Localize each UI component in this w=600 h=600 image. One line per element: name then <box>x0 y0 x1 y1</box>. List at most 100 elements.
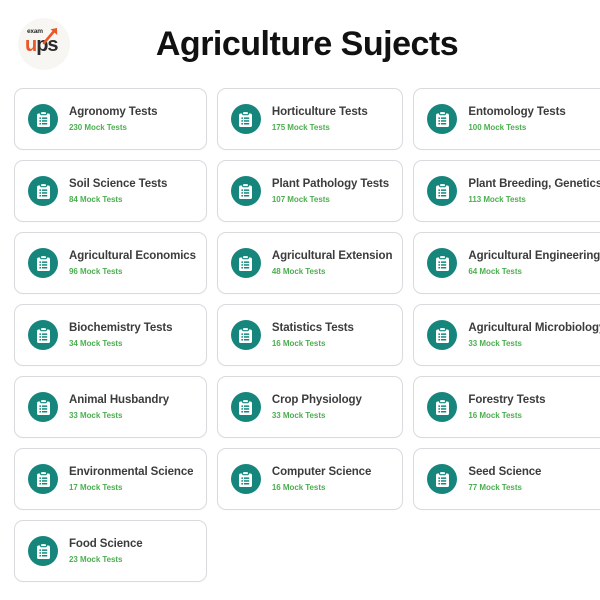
subject-card[interactable]: Agricultural Economics 96 Mock Tests <box>14 232 207 294</box>
clipboard-list-icon <box>230 320 261 350</box>
subject-card[interactable]: Environmental Science 17 Mock Tests <box>14 448 207 510</box>
clipboard-list-icon <box>427 464 458 494</box>
subject-card-title: Agronomy Tests <box>69 105 158 118</box>
subject-card-text: Plant Pathology Tests 107 Mock Tests <box>272 177 389 206</box>
subject-card[interactable]: Seed Science 77 Mock Tests <box>413 448 600 510</box>
subject-card-text: Computer Science 16 Mock Tests <box>272 465 371 494</box>
subject-card-title: Seed Science <box>468 465 542 478</box>
subject-card-text: Plant Breeding, Genetics 113 Mock Tests <box>468 177 600 206</box>
subject-card[interactable]: Plant Breeding, Genetics 113 Mock Tests <box>413 160 600 222</box>
subject-card-title: Statistics Tests <box>271 321 354 334</box>
clipboard-list-icon <box>28 104 58 134</box>
clipboard-list-icon <box>427 320 458 350</box>
subject-card-title: Agricultural Microbiology <box>468 321 600 334</box>
clipboard-list-icon <box>230 464 261 494</box>
subject-card-title: Environmental Science <box>69 465 194 478</box>
subject-card-text: Biochemistry Tests 34 Mock Tests <box>69 321 172 350</box>
subject-card[interactable]: Statistics Tests 16 Mock Tests <box>216 304 404 366</box>
subject-card-title: Horticulture Tests <box>271 105 368 118</box>
subject-card-text: Agricultural Engineering 64 Mock Tests <box>468 249 600 278</box>
clipboard-list-icon <box>427 392 458 422</box>
subject-card-text: Crop Physiology 33 Mock Tests <box>272 393 362 422</box>
subject-card[interactable]: Agricultural Extension 48 Mock Tests <box>216 232 404 294</box>
subject-card[interactable]: Agricultural Engineering 64 Mock Tests <box>413 232 600 294</box>
subject-card[interactable]: Plant Pathology Tests 107 Mock Tests <box>216 160 404 222</box>
subject-card[interactable]: Entomology Tests 100 Mock Tests <box>413 88 600 150</box>
subject-card[interactable]: Horticulture Tests 175 Mock Tests <box>216 88 404 150</box>
subject-card-title: Biochemistry Tests <box>69 321 173 334</box>
clipboard-list-icon <box>28 464 58 494</box>
subject-card-title: Agricultural Extension <box>271 249 393 262</box>
subject-card[interactable]: Animal Husbandry 33 Mock Tests <box>14 376 207 438</box>
subject-card-title: Agricultural Economics <box>69 249 196 262</box>
subject-card-title: Plant Breeding, Genetics <box>468 177 600 190</box>
subject-card-text: Forestry Tests 16 Mock Tests <box>468 393 545 422</box>
subject-card[interactable]: Forestry Tests 16 Mock Tests <box>413 376 600 438</box>
subject-card[interactable]: Computer Science 16 Mock Tests <box>216 448 404 510</box>
subject-card-count: 64 Mock Tests <box>468 266 522 276</box>
clipboard-list-icon <box>427 176 458 206</box>
subject-card-count: 17 Mock Tests <box>69 482 123 492</box>
subject-card-text: Soil Science Tests 84 Mock Tests <box>69 177 167 206</box>
brand-logo-mark: exam ups <box>23 26 65 62</box>
subject-card[interactable]: Soil Science Tests 84 Mock Tests <box>14 160 207 222</box>
brand-logo-accent-letter: u <box>25 34 37 56</box>
subject-card[interactable]: Agronomy Tests 230 Mock Tests <box>14 88 207 150</box>
clipboard-list-icon <box>230 104 261 134</box>
subject-card-text: Seed Science 77 Mock Tests <box>468 465 541 494</box>
subject-card-text: Animal Husbandry 33 Mock Tests <box>69 393 169 422</box>
subject-card-title: Computer Science <box>271 465 372 478</box>
subject-card-count: 33 Mock Tests <box>69 410 123 420</box>
subject-card-count: 84 Mock Tests <box>69 194 123 204</box>
clipboard-list-icon <box>427 104 458 134</box>
clipboard-list-icon <box>230 248 261 278</box>
clipboard-list-icon <box>28 392 58 422</box>
subject-card-title: Crop Physiology <box>271 393 362 406</box>
subject-card-count: 33 Mock Tests <box>271 410 326 420</box>
subject-card-title: Plant Pathology Tests <box>271 177 390 190</box>
subject-card-count: 16 Mock Tests <box>271 338 326 348</box>
clipboard-list-icon <box>28 248 58 278</box>
clipboard-list-icon <box>230 176 261 206</box>
rising-arrow-icon <box>42 28 58 45</box>
subject-card[interactable]: Agricultural Microbiology 33 Mock Tests <box>413 304 600 366</box>
subject-card-count: 16 Mock Tests <box>271 482 326 492</box>
subject-card-text: Food Science 23 Mock Tests <box>69 537 143 566</box>
page-header: exam ups Agriculture Sujects <box>0 0 600 88</box>
subjects-page: exam ups Agriculture Sujects Agronomy Te… <box>0 0 600 600</box>
subject-card-title: Agricultural Engineering <box>468 249 600 262</box>
subject-card-text: Statistics Tests 16 Mock Tests <box>272 321 354 350</box>
brand-logo[interactable]: exam ups <box>18 18 70 70</box>
clipboard-list-icon <box>28 320 58 350</box>
subject-card-title: Forestry Tests <box>468 393 546 406</box>
subject-card-grid: Agronomy Tests 230 Mock Tests Horticultu… <box>0 88 600 582</box>
subject-card-count: 34 Mock Tests <box>69 338 123 348</box>
subject-card-count: 16 Mock Tests <box>468 410 522 420</box>
subject-card-count: 23 Mock Tests <box>69 554 123 564</box>
subject-card-text: Agricultural Microbiology 33 Mock Tests <box>468 321 600 350</box>
subject-card-count: 96 Mock Tests <box>69 266 123 276</box>
subject-card-count: 33 Mock Tests <box>468 338 522 348</box>
subject-card-count: 100 Mock Tests <box>468 122 527 132</box>
subject-card-text: Agricultural Economics 96 Mock Tests <box>69 249 196 278</box>
subject-card-title: Entomology Tests <box>468 105 566 118</box>
subject-card[interactable]: Crop Physiology 33 Mock Tests <box>216 376 404 438</box>
subject-card-count: 107 Mock Tests <box>271 194 330 204</box>
subject-card-text: Environmental Science 17 Mock Tests <box>69 465 193 494</box>
subject-card-count: 230 Mock Tests <box>69 122 127 132</box>
clipboard-list-icon <box>28 536 58 566</box>
clipboard-list-icon <box>427 248 458 278</box>
subject-card-title: Soil Science Tests <box>69 177 168 190</box>
subject-card-count: 175 Mock Tests <box>271 122 330 132</box>
subject-card-text: Entomology Tests 100 Mock Tests <box>468 105 565 134</box>
subject-card-text: Agronomy Tests 230 Mock Tests <box>69 105 157 134</box>
subject-card-title: Food Science <box>69 537 143 550</box>
subject-card[interactable]: Biochemistry Tests 34 Mock Tests <box>14 304 207 366</box>
subject-card-count: 48 Mock Tests <box>271 266 326 276</box>
subject-card[interactable]: Food Science 23 Mock Tests <box>14 520 207 582</box>
clipboard-list-icon <box>28 176 58 206</box>
clipboard-list-icon <box>230 392 261 422</box>
subject-card-count: 77 Mock Tests <box>468 482 522 492</box>
subject-card-count: 113 Mock Tests <box>468 194 526 204</box>
subject-card-text: Horticulture Tests 175 Mock Tests <box>272 105 368 134</box>
